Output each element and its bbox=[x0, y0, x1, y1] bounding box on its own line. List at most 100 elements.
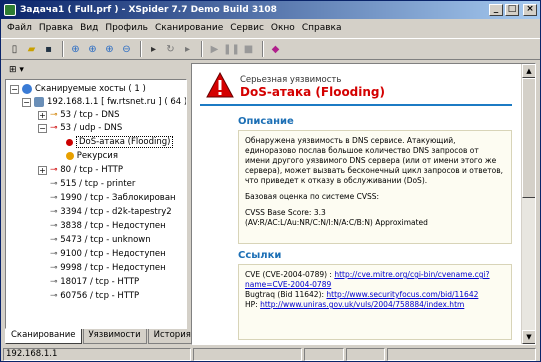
stop-icon[interactable]: ■ bbox=[241, 42, 256, 57]
status-bar: 192.168.1.1 bbox=[1, 347, 540, 362]
toolbar-separator bbox=[62, 41, 64, 57]
title-bar[interactable]: Задача1 ( Full.prf ) - XSpider 7.7 Demo … bbox=[1, 1, 540, 19]
details-pane: Серьезная уязвимость DoS-атака (Flooding… bbox=[191, 63, 536, 345]
host-computer-icon bbox=[34, 97, 44, 107]
scroll-down-arrow[interactable]: ▼ bbox=[522, 330, 535, 344]
app-icon bbox=[4, 4, 16, 16]
rescan-icon[interactable]: ↻ bbox=[163, 42, 178, 57]
cvss-label: Базовая оценка по системе CVSS: bbox=[245, 192, 380, 201]
expand-toggle[interactable]: + bbox=[38, 165, 47, 175]
tree-node-port[interactable]: ⊸ 3394 / tcp - d2k-tapestry2 bbox=[50, 206, 172, 218]
pause-icon[interactable]: ❚❚ bbox=[223, 42, 240, 57]
vertical-scrollbar[interactable]: ▲ ▼ bbox=[521, 64, 535, 344]
new-file-icon[interactable]: ▯ bbox=[7, 42, 22, 57]
tree-label: 1990 / tcp - Заблокирован bbox=[60, 193, 176, 203]
menu-edit[interactable]: Правка bbox=[39, 23, 73, 33]
report-book-icon[interactable]: ◆ bbox=[268, 42, 283, 57]
port-key-icon: ⊸ bbox=[50, 235, 58, 245]
play-icon[interactable]: ▶ bbox=[207, 42, 222, 57]
add-range-icon[interactable]: ⊕ bbox=[85, 42, 100, 57]
tree-label: 3838 / tcp - Недоступен bbox=[60, 221, 166, 231]
menu-service[interactable]: Сервис bbox=[230, 23, 264, 33]
tree-label: Рекурсия bbox=[76, 151, 118, 161]
tree-node-port[interactable]: ⊸ 5473 / tcp - unknown bbox=[50, 234, 151, 246]
description-text: Обнаружена уязвимость в DNS сервисе. Ата… bbox=[245, 136, 504, 185]
links-box: CVE (CVE-2004-0789) : http://cve.mitre.o… bbox=[238, 264, 512, 340]
bugtraq-reference: Bugtraq (Bid 11642): http://www.security… bbox=[245, 290, 505, 300]
tree-node-port[interactable]: ⊸ 515 / tcp - printer bbox=[50, 178, 135, 190]
port-key-icon: ⊸ bbox=[50, 165, 58, 175]
tree-label: 80 / tcp - HTTP bbox=[60, 165, 123, 175]
menu-scan[interactable]: Сканирование bbox=[155, 23, 223, 33]
minimize-button[interactable]: _ bbox=[489, 4, 503, 16]
tree-label: 5473 / tcp - unknown bbox=[60, 235, 151, 245]
menu-file[interactable]: Файл bbox=[7, 23, 32, 33]
import-hosts-icon[interactable]: ⊕ bbox=[102, 42, 117, 57]
tree-view-selector[interactable]: ⊞ ▾ bbox=[5, 63, 187, 77]
menu-window[interactable]: Окно bbox=[271, 23, 295, 33]
status-cell bbox=[387, 348, 536, 361]
title-divider bbox=[200, 104, 512, 106]
cvss-vector: (AV:R/AC:L/Au:NR/C:N/I:N/A:C/B:N) Approx… bbox=[245, 218, 428, 227]
toolbar-separator bbox=[262, 41, 264, 57]
tab-scanning[interactable]: Сканирование bbox=[5, 329, 82, 344]
tree-node-port[interactable]: ⊸ 1990 / tcp - Заблокирован bbox=[50, 192, 176, 204]
port-key-icon: ⊸ bbox=[50, 277, 58, 287]
menu-view[interactable]: Вид bbox=[80, 23, 98, 33]
tree-label: 18017 / tcp - HTTP bbox=[60, 277, 140, 287]
scan-selected-icon[interactable]: ▸ bbox=[180, 42, 195, 57]
tab-vulnerabilities[interactable]: Уязвимости bbox=[82, 329, 147, 344]
scroll-up-arrow[interactable]: ▲ bbox=[522, 64, 535, 78]
tree-node-root[interactable]: − Сканируемые хосты ( 1 ) bbox=[10, 83, 146, 95]
status-cell bbox=[193, 348, 303, 361]
window-title: Задача1 ( Full.prf ) - XSpider 7.7 Demo … bbox=[20, 5, 277, 15]
description-heading: Описание bbox=[238, 116, 294, 127]
expand-toggle[interactable]: + bbox=[38, 110, 47, 120]
start-scan-icon[interactable]: ▸ bbox=[146, 42, 161, 57]
tree-label: 192.168.1.1 [ fw.rtsnet.ru ] ( 64 ) bbox=[47, 97, 187, 107]
toolbar-separator bbox=[140, 41, 142, 57]
save-icon[interactable]: ▪ bbox=[41, 42, 56, 57]
close-button[interactable]: × bbox=[523, 4, 537, 16]
tree-label: 60756 / tcp - HTTP bbox=[60, 291, 140, 301]
collapse-toggle[interactable]: − bbox=[22, 97, 31, 107]
add-host-icon[interactable]: ⊕ bbox=[68, 42, 83, 57]
tree-node-vuln[interactable]: Рекурсия bbox=[66, 150, 118, 162]
tree-node-host[interactable]: − 192.168.1.1 [ fw.rtsnet.ru ] ( 64 ) bbox=[22, 96, 187, 108]
collapse-toggle[interactable]: − bbox=[38, 123, 47, 133]
bugtraq-link[interactable]: http://www.securityfocus.com/bid/11642 bbox=[326, 290, 478, 299]
tree-node-port[interactable]: + ⊸ 53 / tcp - DNS bbox=[38, 109, 120, 121]
port-key-icon: ⊸ bbox=[50, 193, 58, 203]
tree-node-port[interactable]: − ⊸ 53 / udp - DNS bbox=[38, 122, 122, 134]
tree-node-port[interactable]: ⊸ 60756 / tcp - HTTP bbox=[50, 290, 139, 302]
port-key-icon: ⊸ bbox=[50, 249, 58, 259]
tree-node-port[interactable]: ⊸ 3838 / tcp - Недоступен bbox=[50, 220, 166, 232]
uniras-prefix: НР: bbox=[245, 300, 261, 309]
tree-node-vuln-selected[interactable]: DoS-атака (Flooding) bbox=[66, 136, 174, 148]
tree-node-port[interactable]: ⊸ 18017 / tcp - HTTP bbox=[50, 276, 139, 288]
uniras-link[interactable]: http://www.uniras.gov.uk/vuls/2004/75888… bbox=[260, 300, 464, 309]
tree-node-port[interactable]: + ⊸ 80 / tcp - HTTP bbox=[38, 164, 123, 176]
cve-prefix: CVE (CVE-2004-0789) : bbox=[245, 270, 335, 279]
menu-help[interactable]: Справка bbox=[302, 23, 342, 33]
maximize-button[interactable]: □ bbox=[505, 4, 519, 16]
tree-label: Сканируемые хосты ( 1 ) bbox=[35, 84, 146, 94]
links-heading: Ссылки bbox=[238, 250, 282, 261]
app-window: Задача1 ( Full.prf ) - XSpider 7.7 Demo … bbox=[0, 0, 541, 362]
port-key-icon: ⊸ bbox=[50, 123, 58, 133]
cve-reference: CVE (CVE-2004-0789) : http://cve.mitre.o… bbox=[245, 270, 505, 290]
remove-host-icon[interactable]: ⊖ bbox=[119, 42, 134, 57]
menu-profile[interactable]: Профиль bbox=[105, 23, 148, 33]
open-folder-icon[interactable]: ▰ bbox=[24, 42, 39, 57]
tree-node-port[interactable]: ⊸ 9998 / tcp - Недоступен bbox=[50, 262, 166, 274]
port-key-icon: ⊸ bbox=[50, 291, 58, 301]
tree-label: DoS-атака (Flooding) bbox=[76, 136, 174, 148]
info-risk-icon bbox=[66, 152, 74, 160]
tree-node-port[interactable]: ⊸ 9100 / tcp - Недоступен bbox=[50, 248, 166, 260]
bugtraq-prefix: Bugtraq (Bid 11642): bbox=[245, 290, 327, 299]
toolbar-separator bbox=[201, 41, 203, 57]
port-key-icon: ⊸ bbox=[50, 207, 58, 217]
status-host: 192.168.1.1 bbox=[3, 348, 192, 361]
scroll-thumb[interactable] bbox=[522, 78, 535, 198]
collapse-toggle[interactable]: − bbox=[10, 84, 19, 94]
